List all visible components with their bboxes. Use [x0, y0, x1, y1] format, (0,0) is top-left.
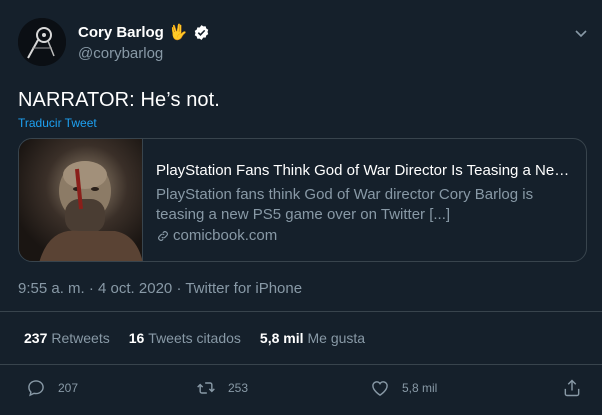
tweet-container: Cory Barlog 🖖 @corybarlog NARRATOR: He’s… [0, 0, 602, 415]
avatar-image [18, 18, 66, 66]
tweet-text: NARRATOR: He’s not. [18, 89, 220, 111]
chevron-down-icon [575, 30, 587, 38]
vulcan-salute-emoji: 🖖 [168, 24, 188, 41]
card-domain: comicbook.com [173, 227, 278, 244]
retweet-button[interactable]: 253 [196, 378, 248, 398]
card-domain-row: comicbook.com [156, 226, 580, 246]
divider [0, 364, 602, 365]
translate-tweet-link[interactable]: Traducir Tweet [18, 116, 97, 130]
share-icon [564, 379, 580, 397]
link-icon [158, 231, 168, 241]
meta-separator: · [176, 280, 182, 297]
author-display-name[interactable]: Cory Barlog [78, 24, 164, 41]
avatar[interactable] [18, 18, 66, 66]
action-bar: 207 253 5,8 mil [0, 372, 602, 406]
likes-count: 5,8 mil [259, 330, 304, 346]
like-count: 5,8 mil [402, 381, 438, 395]
tweet-timestamp[interactable]: 9:55 a. m. · 4 oct. 2020 [18, 280, 172, 297]
reply-button[interactable]: 207 [26, 378, 78, 398]
card-description: PlayStation fans think God of War direct… [156, 186, 534, 223]
engagement-stats: 237 Retweets 16 Tweets citados 5,8 mil M… [24, 330, 365, 346]
tweet-meta: 9:55 a. m. · 4 oct. 2020 · Twitter for i… [18, 280, 302, 297]
link-preview-card[interactable]: PlayStation Fans Think God of War Direct… [18, 138, 587, 262]
retweets-count: 237 [24, 330, 48, 346]
likes-label: Me gusta [307, 330, 366, 346]
likes-stat[interactable]: 5,8 mil Me gusta [260, 330, 365, 346]
more-options-button[interactable] [572, 24, 590, 42]
card-title[interactable]: PlayStation Fans Think God of War Direct… [156, 161, 580, 181]
like-button[interactable]: 5,8 mil [370, 378, 437, 398]
quotes-label: Tweets citados [148, 330, 241, 346]
author-name-row[interactable]: Cory Barlog 🖖 [78, 24, 210, 41]
card-body: PlayStation Fans Think God of War Direct… [156, 161, 580, 246]
author-handle[interactable]: @corybarlog [78, 45, 163, 62]
retweet-icon [197, 382, 215, 394]
card-thumbnail [19, 139, 143, 261]
verified-badge-icon [194, 25, 208, 40]
divider [0, 311, 602, 312]
retweets-label: Retweets [51, 330, 110, 346]
reply-count: 207 [58, 381, 79, 395]
reply-icon [28, 380, 44, 397]
tweet-source[interactable]: Twitter for iPhone [185, 280, 302, 297]
quotes-stat[interactable]: 16 Tweets citados [129, 330, 241, 346]
share-button[interactable] [562, 378, 582, 398]
kratos-thumbnail-image [39, 161, 143, 261]
quotes-count: 16 [128, 330, 145, 346]
like-icon [372, 381, 388, 396]
retweets-stat[interactable]: 237 Retweets [24, 330, 110, 346]
retweet-count: 253 [228, 381, 249, 395]
